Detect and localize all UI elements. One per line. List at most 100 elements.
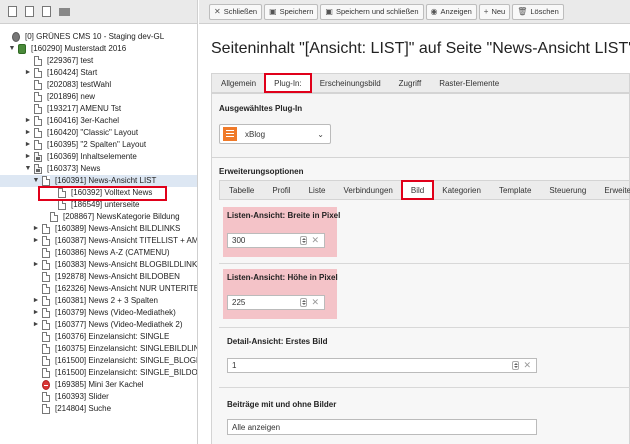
tree-item[interactable]: [160376] Einzelansicht: SINGLE — [0, 331, 197, 343]
close-button[interactable]: ✕ Schließen — [209, 3, 263, 20]
page-icon[interactable] — [34, 140, 42, 150]
page-icon[interactable] — [42, 320, 50, 330]
expand-icon[interactable]: ► — [32, 235, 40, 247]
tree-item-label[interactable]: [160416] 3er-Kachel — [47, 115, 119, 127]
clear-icon[interactable]: ✕ — [311, 235, 319, 246]
tree-item[interactable]: [160375] Einzelansicht: SINGLEBILDLINKS — [0, 343, 197, 355]
expand-icon[interactable]: ► — [24, 127, 32, 139]
tree-item[interactable]: ▼ [160373] News — [0, 163, 197, 175]
tree-item[interactable]: [186549] unterseite — [0, 199, 197, 211]
tree-item-label[interactable]: [201896] new — [47, 91, 95, 103]
tree-item-label[interactable]: [160383] News-Ansicht BLOGBILDLINKS — [55, 259, 197, 271]
page-icon[interactable] — [42, 236, 50, 246]
page-icon[interactable] — [58, 200, 66, 210]
subtab-bild[interactable]: Bild — [400, 180, 435, 200]
tree-item-label[interactable]: [229367] test — [47, 55, 93, 67]
tree-item[interactable]: [161500] Einzelansicht: SINGLE_BLOGBILD — [0, 355, 197, 367]
subtab-template[interactable]: Template — [490, 181, 540, 199]
tree-item[interactable]: [169385] Mini 3er Kachel — [0, 379, 197, 391]
expand-icon[interactable]: ► — [32, 259, 40, 271]
page-icon[interactable] — [42, 284, 50, 294]
clear-icon[interactable]: ✕ — [523, 360, 531, 371]
page-icon[interactable] — [34, 164, 42, 174]
tab-plug-in[interactable]: Plug-In: — [264, 73, 312, 93]
expand-icon[interactable]: ► — [24, 151, 32, 163]
plugin-select[interactable]: xBlog ⌄ — [219, 124, 331, 144]
hidden-page-icon[interactable] — [42, 380, 50, 390]
expand-icon[interactable]: ► — [32, 307, 40, 319]
tree-item-label[interactable]: [160389] News-Ansicht BILDLINKS — [55, 223, 180, 235]
tree-item-label[interactable]: [160420] "Classic" Layout — [47, 127, 138, 139]
page-icon[interactable] — [34, 152, 42, 162]
save-close-button[interactable]: ▣ Speichern und schließen — [320, 3, 424, 20]
new-page-icon[interactable] — [8, 6, 17, 17]
tree-item-label[interactable]: [160381] News 2 + 3 Spalten — [55, 295, 158, 307]
tree-item[interactable]: ► [160395] "2 Spalten" Layout — [0, 139, 197, 151]
tree-item-label[interactable]: [202083] testWahl — [47, 79, 111, 91]
subtab-profil[interactable]: Profil — [263, 181, 299, 199]
subtab-erweitert[interactable]: Erweitert — [595, 181, 630, 199]
collapse-icon[interactable]: ▼ — [8, 43, 16, 55]
tree-item[interactable]: ► [160377] News (Video-Mediathek 2) — [0, 319, 197, 331]
tree-item-label[interactable]: [0] GRÜNES CMS 10 - Staging dev-GL — [25, 31, 164, 43]
tree-item[interactable]: [160393] Slider — [0, 391, 197, 403]
detail-first-input[interactable]: 1 ✕ — [227, 358, 537, 373]
tree-item[interactable]: [208867] NewsKategorie Bildung — [0, 211, 197, 223]
posts-images-select[interactable]: Alle anzeigen — [227, 419, 537, 435]
page-icon[interactable] — [42, 356, 50, 366]
tree-item-label[interactable]: [160376] Einzelansicht: SINGLE — [55, 331, 169, 343]
page-icon[interactable] — [34, 56, 42, 66]
expand-icon[interactable]: ► — [32, 319, 40, 331]
subtab-tabelle[interactable]: Tabelle — [220, 181, 263, 199]
tree-item[interactable]: [202083] testWahl — [0, 79, 197, 91]
view-button[interactable]: ◉ Anzeigen — [425, 3, 477, 20]
tree-item-label[interactable]: [186549] unterseite — [71, 199, 140, 211]
tree-item[interactable]: [0] GRÜNES CMS 10 - Staging dev-GL — [0, 31, 197, 43]
tree-item-label[interactable]: [161500] Einzelansicht: SINGLE_BLOGBILD — [55, 355, 197, 367]
subtab-steuerung[interactable]: Steuerung — [540, 181, 595, 199]
page-icon[interactable] — [42, 404, 50, 414]
list-height-input[interactable]: 225 ✕ — [227, 295, 325, 310]
tree-item-label[interactable]: [160391] News-Ansicht LIST — [55, 175, 156, 187]
tree-item[interactable]: ▼ [160391] News-Ansicht LIST — [0, 175, 197, 187]
page-icon[interactable] — [50, 212, 58, 222]
page-icon[interactable] — [42, 224, 50, 234]
subtab-liste[interactable]: Liste — [300, 181, 335, 199]
tab-zugriff[interactable]: Zugriff — [390, 74, 431, 92]
tree-item-label[interactable]: [160386] News A-Z (CATMENU) — [55, 247, 170, 259]
tree-item-label[interactable]: [192878] News-Ansicht BILDOBEN — [55, 271, 180, 283]
tree-item[interactable]: ► [160387] News-Ansicht TITELLIST + AMENU — [0, 235, 197, 247]
page-icon[interactable] — [34, 80, 42, 90]
tree-item-label[interactable]: [160290] Musterstadt 2016 — [31, 43, 126, 55]
tree-item-label[interactable]: [160392] Volltext News — [71, 187, 152, 199]
tree-item-label[interactable]: [169385] Mini 3er Kachel — [55, 379, 144, 391]
folder-icon[interactable] — [59, 7, 70, 16]
page-icon[interactable] — [42, 344, 50, 354]
tree-item[interactable]: [201896] new — [0, 91, 197, 103]
page-icon[interactable] — [42, 368, 50, 378]
tree-item-label[interactable]: [160379] News (Video-Mediathek) — [55, 307, 176, 319]
tree-item[interactable]: [229367] test — [0, 55, 197, 67]
tree-item-label[interactable]: [160424] Start — [47, 67, 97, 79]
expand-icon[interactable]: ► — [32, 295, 40, 307]
tab-allgemein[interactable]: Allgemein — [212, 74, 265, 92]
page-icon[interactable] — [42, 176, 50, 186]
site-root-icon[interactable] — [18, 44, 26, 54]
tree-item[interactable]: ► [160381] News 2 + 3 Spalten — [0, 295, 197, 307]
tree-item-label[interactable]: [208867] NewsKategorie Bildung — [63, 211, 180, 223]
new-button[interactable]: + Neu — [478, 3, 511, 20]
tree-item-label[interactable]: [160387] News-Ansicht TITELLIST + AMENU — [55, 235, 197, 247]
tree-item-label[interactable]: [193217] AMENU Tst — [47, 103, 121, 115]
tree-item[interactable]: ► [160416] 3er-Kachel — [0, 115, 197, 127]
page-icon[interactable] — [34, 128, 42, 138]
tree-item[interactable]: ► [160424] Start — [0, 67, 197, 79]
page-icon[interactable] — [42, 392, 50, 402]
page-icon[interactable] — [42, 308, 50, 318]
stepper-icon[interactable] — [512, 361, 519, 370]
tree-item[interactable]: ▼ [160290] Musterstadt 2016 — [0, 43, 197, 55]
tree-item-label[interactable]: [162326] News-Ansicht NUR UNTERITEL — [55, 283, 197, 295]
tab-erscheinungsbild[interactable]: Erscheinungsbild — [311, 74, 390, 92]
stepper-icon[interactable] — [300, 236, 307, 245]
page-filter-icon[interactable] — [25, 6, 34, 17]
page-icon[interactable] — [42, 260, 50, 270]
